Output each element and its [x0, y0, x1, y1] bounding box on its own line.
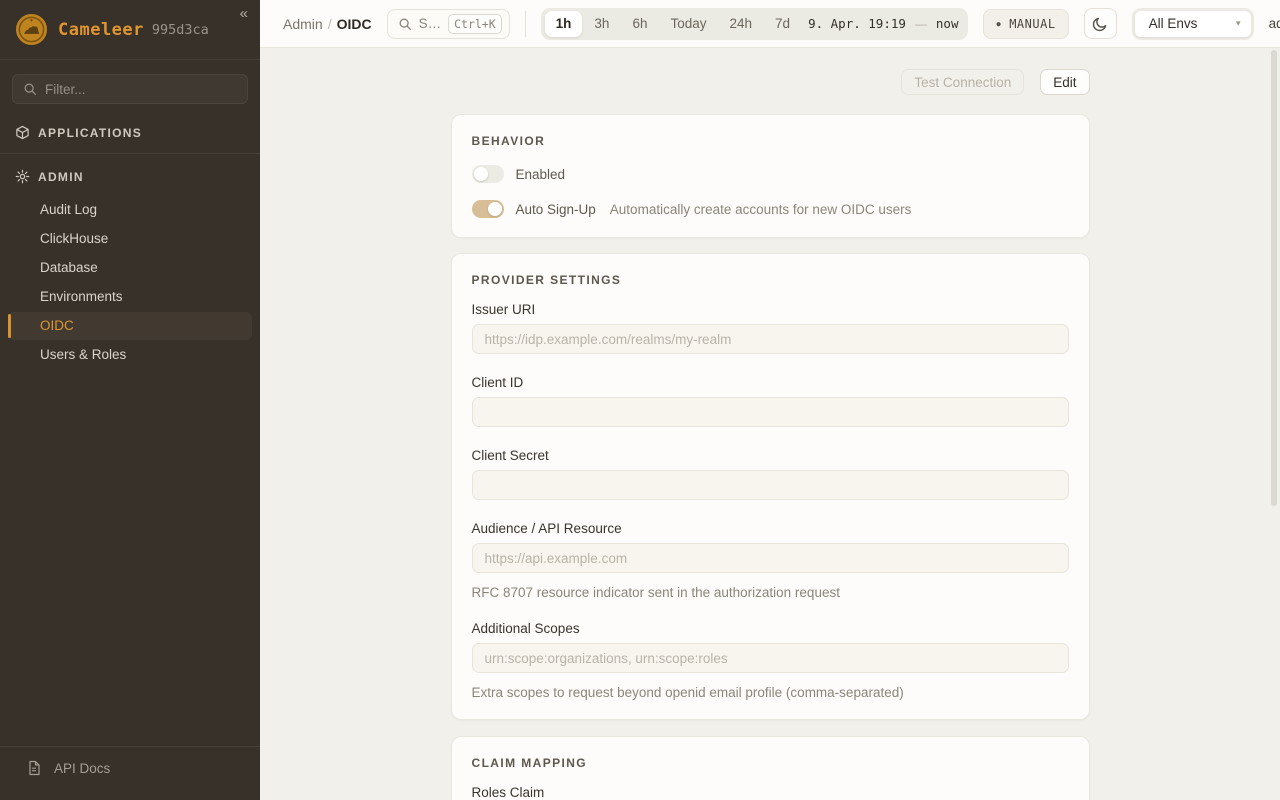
chevron-down-icon: ▾	[1236, 18, 1241, 29]
sidebar-section-admin[interactable]: ADMIN	[0, 158, 260, 193]
sidebar-header: Cameleer 995d3ca «	[0, 0, 260, 60]
global-search-button[interactable]: S… Ctrl+K	[387, 9, 510, 39]
search-shortcut-badge: Ctrl+K	[448, 14, 502, 34]
field-help-text: RFC 8707 resource indicator sent in the …	[472, 585, 1069, 600]
sidebar-divider	[0, 153, 260, 154]
env-selector-label: All Envs	[1149, 16, 1198, 31]
client-id-input[interactable]	[472, 397, 1069, 427]
time-range-to[interactable]: now	[930, 16, 965, 31]
card-title: PROVIDER SETTINGS	[472, 273, 1069, 287]
auto-signup-toggle-row: Auto Sign-Up Automatically create accoun…	[472, 200, 1069, 218]
toggle-label: Auto Sign-Up	[516, 202, 596, 217]
page-actions: Test Connection Edit	[451, 69, 1090, 95]
topbar: Admin / OIDC S… Ctrl+K 1h 3h 6h Today 24h …	[260, 0, 1280, 48]
issuer-uri-input[interactable]	[472, 324, 1069, 354]
sidebar-item-users-roles[interactable]: Users & Roles	[8, 341, 252, 369]
time-range-1h[interactable]: 1h	[545, 11, 583, 37]
additional-scopes-input[interactable]	[472, 643, 1069, 673]
edit-button[interactable]: Edit	[1040, 69, 1089, 95]
time-range-24h[interactable]: 24h	[719, 11, 764, 37]
sidebar-item-audit-log[interactable]: Audit Log	[8, 196, 252, 224]
claim-mapping-card: CLAIM MAPPING Roles Claim	[451, 736, 1090, 800]
sidebar-item-clickhouse[interactable]: ClickHouse	[8, 225, 252, 253]
toggle-description: Automatically create accounts for new OI…	[610, 202, 912, 217]
refresh-mode-badge[interactable]: ● MANUAL	[983, 9, 1068, 39]
breadcrumb: Admin / OIDC	[283, 16, 372, 32]
section-label: APPLICATIONS	[38, 126, 142, 140]
toggle-knob	[488, 202, 502, 216]
time-range-from[interactable]: 9. Apr. 19:19	[802, 16, 912, 31]
section-label: ADMIN	[38, 170, 84, 184]
env-id: 995d3ca	[152, 22, 209, 38]
cameleer-logo-icon	[15, 13, 48, 46]
audience-field: Audience / API Resource RFC 8707 resourc…	[472, 521, 1069, 600]
sidebar-item-oidc[interactable]: OIDC	[8, 312, 252, 340]
admin-nav-items: Audit Log ClickHouse Database Environmen…	[0, 193, 260, 372]
page-content: Test Connection Edit BEHAVIOR Enabled Au…	[260, 48, 1280, 800]
search-icon	[23, 82, 37, 96]
sidebar-collapse-icon[interactable]: «	[240, 6, 248, 21]
breadcrumb-separator: /	[328, 16, 332, 32]
field-label: Client ID	[472, 375, 1069, 390]
package-icon	[15, 125, 30, 140]
additional-scopes-field: Additional Scopes Extra scopes to reques…	[472, 621, 1069, 700]
env-selector-value[interactable]: All Envs ▾	[1135, 11, 1251, 37]
time-range-3h[interactable]: 3h	[583, 11, 620, 37]
sidebar-nav: APPLICATIONS ADMIN Audit Log ClickHouse …	[0, 114, 260, 372]
sidebar: Cameleer 995d3ca « Filter... APPLICATION…	[0, 0, 260, 800]
moon-icon	[1092, 16, 1108, 32]
field-label: Issuer URI	[472, 302, 1069, 317]
field-help-text: Extra scopes to request beyond openid em…	[472, 685, 1069, 700]
card-title: BEHAVIOR	[472, 134, 1069, 148]
time-range-7d[interactable]: 7d	[764, 11, 801, 37]
document-icon	[26, 760, 42, 776]
provider-settings-card: PROVIDER SETTINGS Issuer URI Client ID C…	[451, 253, 1090, 720]
sidebar-section-applications[interactable]: APPLICATIONS	[0, 114, 260, 149]
brand-name: Cameleer	[58, 20, 144, 40]
client-id-field: Client ID	[472, 375, 1069, 427]
theme-toggle-button[interactable]	[1084, 8, 1117, 39]
field-label: Additional Scopes	[472, 621, 1069, 636]
filter-placeholder: Filter...	[45, 82, 86, 97]
gear-icon	[15, 169, 30, 184]
api-docs-label: API Docs	[54, 761, 110, 776]
toggle-knob	[474, 167, 488, 181]
field-label: Audience / API Resource	[472, 521, 1069, 536]
search-icon	[398, 17, 412, 31]
client-secret-input[interactable]	[472, 470, 1069, 500]
sidebar-filter-input[interactable]: Filter...	[12, 74, 248, 104]
main-area: Admin / OIDC S… Ctrl+K 1h 3h 6h Today 24h …	[260, 0, 1280, 800]
breadcrumb-current: OIDC	[337, 16, 372, 32]
vertical-scrollbar[interactable]	[1271, 50, 1277, 506]
sidebar-item-environments[interactable]: Environments	[8, 283, 252, 311]
issuer-uri-field: Issuer URI	[472, 302, 1069, 354]
behavior-card: BEHAVIOR Enabled Auto Sign-Up Automatica…	[451, 114, 1090, 238]
env-selector[interactable]: All Envs ▾	[1132, 8, 1254, 40]
search-label: S…	[419, 16, 442, 31]
topbar-divider	[525, 11, 526, 37]
api-docs-link[interactable]: API Docs	[0, 746, 260, 800]
card-title: CLAIM MAPPING	[472, 756, 1069, 770]
client-secret-field: Client Secret	[472, 448, 1069, 500]
breadcrumb-parent[interactable]: Admin	[283, 16, 323, 32]
time-range-dash: —	[913, 17, 929, 31]
sidebar-item-database[interactable]: Database	[8, 254, 252, 282]
toggle-label: Enabled	[516, 167, 566, 182]
enabled-toggle[interactable]	[472, 165, 504, 183]
auto-signup-toggle[interactable]	[472, 200, 504, 218]
time-range-today[interactable]: Today	[659, 11, 717, 37]
audience-input[interactable]	[472, 543, 1069, 573]
user-name[interactable]: admin	[1269, 16, 1280, 31]
status-dot: ●	[996, 20, 1001, 28]
time-range-6h[interactable]: 6h	[621, 11, 658, 37]
refresh-mode-label: MANUAL	[1009, 17, 1055, 31]
roles-claim-field: Roles Claim	[472, 785, 1069, 800]
test-connection-button[interactable]: Test Connection	[901, 69, 1024, 95]
time-range-selector: 1h 3h 6h Today 24h 7d 9. Apr. 19:19 — no…	[541, 8, 969, 40]
field-label: Client Secret	[472, 448, 1069, 463]
field-label: Roles Claim	[472, 785, 1069, 800]
enabled-toggle-row: Enabled	[472, 165, 1069, 183]
